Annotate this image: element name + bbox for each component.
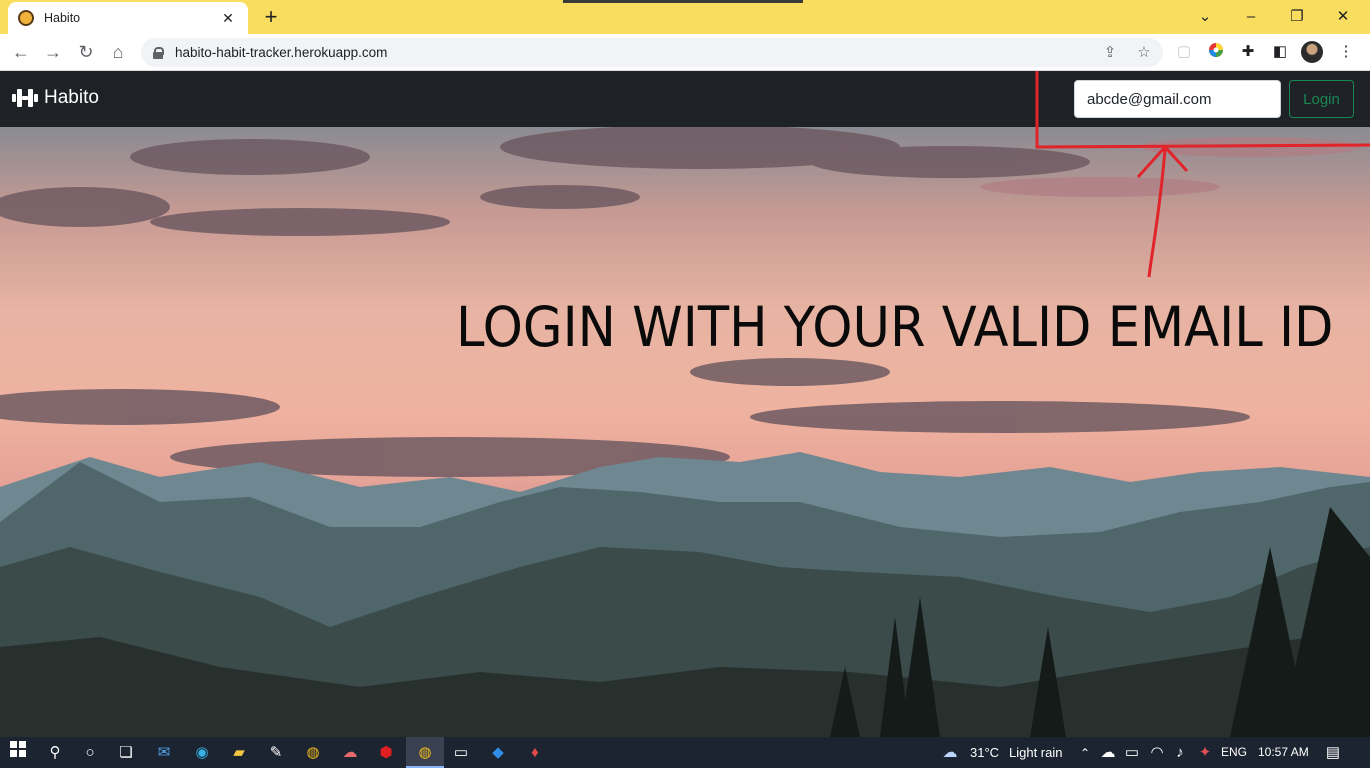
tray-chevron-icon[interactable]: ⌃: [1073, 741, 1097, 765]
brand-name: Habito: [44, 87, 99, 108]
mail-icon[interactable]: ✉: [152, 741, 176, 765]
notifications-icon[interactable]: ▤: [1321, 741, 1345, 765]
windows-taskbar: ⚲ ○ ❏ ✉ ◉ ▰ ✎ ◍ ☁ ⬢ ◍ ▭ ◆ ♦ ☁ 31°C Light…: [0, 737, 1370, 768]
browser-menu-icon[interactable]: ⋮: [1336, 42, 1356, 62]
back-icon[interactable]: ←: [8, 39, 34, 65]
windows-start-icon[interactable]: [6, 741, 30, 765]
volume-icon[interactable]: ♪: [1168, 741, 1192, 765]
edge-icon[interactable]: ◉: [190, 741, 214, 765]
chrome-icon[interactable]: ◍: [301, 741, 325, 765]
close-tab-icon[interactable]: ✕: [218, 10, 238, 27]
chrome-active-icon[interactable]: ◍: [413, 741, 437, 765]
app-tray-icon[interactable]: ✦: [1193, 741, 1217, 765]
reload-icon[interactable]: ↻: [73, 39, 99, 65]
weather-temperature[interactable]: 31°C: [970, 745, 999, 760]
feedback-icon[interactable]: ✎: [264, 741, 288, 765]
tab-title: Habito: [44, 11, 81, 25]
tab-search-icon[interactable]: ⌄: [1182, 4, 1228, 30]
browser-tab-strip: Habito ✕ + ⌄ – ❐ ✕: [0, 0, 1370, 34]
login-button[interactable]: Login: [1289, 80, 1354, 118]
profile-avatar[interactable]: [1301, 41, 1323, 63]
language-indicator[interactable]: ENG: [1221, 745, 1247, 759]
window-drag-indicator: [563, 0, 803, 3]
extension-placeholder-icon[interactable]: ▢: [1174, 42, 1194, 62]
close-window-button[interactable]: ✕: [1320, 4, 1366, 30]
url-text: habito-habit-tracker.herokuapp.com: [175, 45, 388, 60]
battery-icon[interactable]: ▭: [1120, 741, 1144, 765]
weather-cloud-icon[interactable]: ☁: [938, 741, 962, 765]
brand-link[interactable]: Habito: [12, 87, 99, 109]
cortana-icon[interactable]: ○: [78, 741, 102, 765]
web-page: Habito Login: [0, 71, 1370, 737]
dumbbell-icon: [12, 88, 38, 108]
navbar: Habito Login: [0, 71, 1370, 127]
color-picker-extension-icon[interactable]: [1206, 42, 1226, 62]
address-bar[interactable]: habito-habit-tracker.herokuapp.com ⇪ ☆: [141, 38, 1163, 67]
email-input[interactable]: [1074, 80, 1281, 118]
share-icon[interactable]: ⇪: [1099, 42, 1121, 64]
mountain-landscape: [0, 127, 1370, 737]
file-explorer-icon[interactable]: ▰: [227, 741, 251, 765]
hero-background-image: LOGIN WITH YOUR VALID EMAIL ID: [0, 127, 1370, 737]
clock[interactable]: 10:57 AM: [1258, 745, 1309, 759]
terminal-icon[interactable]: ▭: [449, 741, 473, 765]
vscode-icon[interactable]: ◆: [486, 741, 510, 765]
onedrive-icon[interactable]: ☁: [1096, 741, 1120, 765]
acrobat-icon[interactable]: ⬢: [374, 741, 398, 765]
weather-description[interactable]: Light rain: [1009, 745, 1062, 760]
app-icon[interactable]: ☁: [338, 741, 362, 765]
side-panel-icon[interactable]: ◧: [1270, 42, 1290, 62]
hero-headline: LOGIN WITH YOUR VALID EMAIL ID: [456, 295, 1334, 359]
browser-tab[interactable]: Habito ✕: [8, 2, 248, 34]
habito-favicon-icon: [18, 10, 34, 26]
search-icon[interactable]: ⚲: [43, 741, 67, 765]
lock-icon: [153, 46, 164, 59]
task-view-icon[interactable]: ❏: [114, 741, 138, 765]
forward-icon[interactable]: →: [40, 39, 66, 65]
new-tab-button[interactable]: +: [258, 4, 284, 30]
wifi-icon[interactable]: ◠: [1145, 741, 1169, 765]
restore-button[interactable]: ❐: [1274, 4, 1320, 30]
extensions-puzzle-icon[interactable]: ✚: [1238, 42, 1258, 62]
browser-toolbar: ← → ↻ ⌂ habito-habit-tracker.herokuapp.c…: [0, 34, 1370, 71]
git-app-icon[interactable]: ♦: [523, 741, 547, 765]
minimize-button[interactable]: –: [1228, 4, 1274, 30]
home-icon[interactable]: ⌂: [105, 39, 131, 65]
bookmark-star-icon[interactable]: ☆: [1133, 42, 1155, 64]
